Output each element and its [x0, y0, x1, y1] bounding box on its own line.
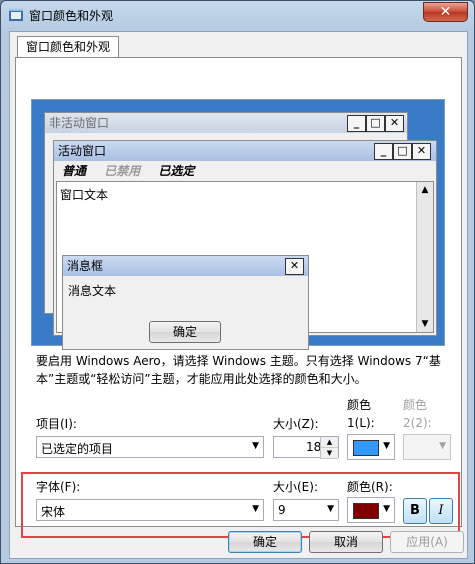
size-spinner[interactable]: ▲ ▼ — [320, 437, 338, 459]
ok-button[interactable]: 确定 — [228, 531, 302, 553]
message-box-caption: 消息框 — [63, 256, 308, 276]
color1-swatch — [353, 440, 379, 456]
title-bar[interactable]: 窗口颜色和外观 ✕ — [1, 1, 474, 30]
minimize-icon: _ — [374, 143, 393, 160]
scroll-down-icon[interactable]: ▼ — [417, 316, 433, 332]
cancel-button[interactable]: 取消 — [309, 531, 383, 553]
item-select[interactable]: 已选定的项目 ▼ — [36, 436, 264, 458]
message-box[interactable]: 消息框 ✕ 消息文本 确定 — [62, 255, 309, 350]
font-size-value: 9 — [278, 503, 286, 517]
color1-picker[interactable]: ▼ — [347, 434, 395, 460]
color1-label: 颜色 1(L): — [347, 396, 375, 432]
spin-down-icon[interactable]: ▼ — [321, 448, 338, 459]
item-size-value: 18 — [306, 440, 322, 454]
chevron-down-icon: ▼ — [383, 504, 390, 514]
font-color-picker[interactable]: ▼ — [347, 497, 395, 523]
menu-item-normal[interactable]: 普通 — [62, 164, 86, 178]
client-area: 窗口颜色和外观 非活动窗口 _ □ ✕ 活动窗口 _ □ ✕ 普通 已禁用 已选… — [9, 31, 468, 559]
font-color-label: 颜色(R): — [347, 480, 393, 494]
menu-item-disabled: 已禁用 — [104, 164, 141, 178]
message-ok-button[interactable]: 确定 — [149, 321, 221, 343]
chevron-down-icon: ▼ — [439, 441, 446, 451]
italic-button[interactable]: I — [429, 498, 453, 524]
color2-picker: ▼ — [403, 434, 451, 460]
active-window-title: 活动窗口 — [58, 144, 107, 158]
maximize-icon: □ — [393, 143, 412, 160]
font-select-value: 宋体 — [41, 505, 66, 519]
chevron-down-icon: ▼ — [327, 504, 334, 514]
aero-note: 要启用 Windows Aero，请选择 Windows 主题。只有选择 Win… — [36, 354, 441, 386]
tab-window-color[interactable]: 窗口颜色和外观 — [17, 36, 120, 58]
item-size-label: 大小(Z): — [273, 417, 319, 431]
color1-label-line2: 1(L): — [347, 416, 375, 430]
spin-up-icon[interactable]: ▲ — [321, 437, 338, 448]
chevron-down-icon: ▼ — [383, 441, 390, 451]
color2-label: 颜色 2(2): — [403, 396, 432, 432]
close-icon: ✕ — [285, 258, 304, 275]
font-size-select[interactable]: 9 ▼ — [273, 499, 339, 521]
item-select-value: 已选定的项目 — [41, 442, 114, 456]
menu-bar: 普通 已禁用 已选定 — [56, 162, 434, 180]
message-box-title: 消息框 — [67, 259, 104, 273]
chevron-down-icon: ▼ — [252, 441, 259, 451]
scroll-up-icon[interactable]: ▲ — [417, 182, 433, 198]
font-size-label: 大小(E): — [273, 480, 318, 494]
color2-label-line2: 2(2): — [403, 416, 432, 430]
maximize-icon: □ — [366, 115, 385, 132]
font-color-swatch — [353, 503, 379, 519]
scrollbar[interactable]: ▲ ▼ — [416, 182, 433, 332]
window-text: 窗口文本 — [60, 188, 109, 202]
app-icon — [9, 9, 23, 21]
close-icon: ✕ — [385, 115, 404, 132]
inactive-window-title: 非活动窗口 — [49, 116, 110, 130]
menu-item-selected[interactable]: 已选定 — [158, 164, 194, 178]
color1-label-line1: 颜色 — [347, 398, 372, 412]
bold-button[interactable]: B — [403, 498, 427, 524]
window-title: 窗口颜色和外观 — [29, 9, 114, 23]
minimize-icon: _ — [347, 115, 366, 132]
apply-button: 应用(A) — [390, 531, 464, 553]
dialog-window: 窗口颜色和外观 ✕ 窗口颜色和外观 非活动窗口 _ □ ✕ 活动窗口 _ □ ✕… — [0, 0, 475, 564]
chevron-down-icon: ▼ — [252, 504, 259, 514]
font-select[interactable]: 宋体 ▼ — [36, 499, 264, 521]
item-label: 项目(I): — [36, 417, 77, 431]
message-text: 消息文本 — [68, 284, 117, 298]
item-size-stepper[interactable]: 18 ▲ ▼ — [273, 436, 339, 459]
tab-panel: 非活动窗口 _ □ ✕ 活动窗口 _ □ ✕ 普通 已禁用 已选定 窗口文本 ▲… — [15, 57, 462, 538]
close-icon: ✕ — [412, 143, 431, 160]
color2-label-line1: 颜色 — [403, 398, 428, 412]
close-button[interactable]: ✕ — [423, 2, 468, 22]
appearance-preview: 非活动窗口 _ □ ✕ 活动窗口 _ □ ✕ 普通 已禁用 已选定 窗口文本 ▲… — [31, 99, 445, 350]
font-label: 字体(F): — [36, 480, 81, 494]
